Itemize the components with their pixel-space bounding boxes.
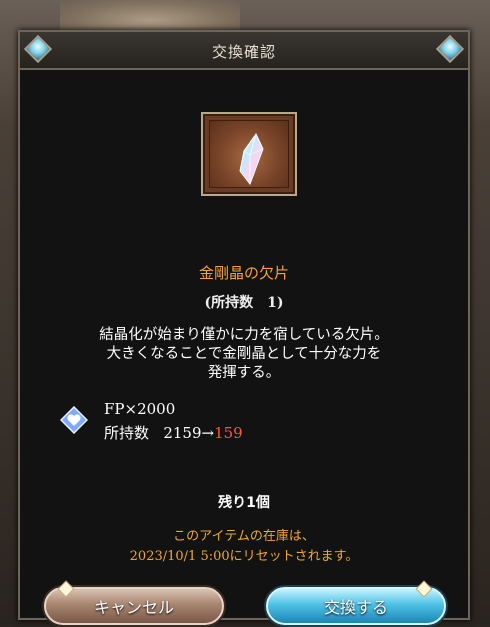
item-image (201, 112, 297, 196)
exchange-cost: FP×2000 所持数 2159→159 (60, 400, 440, 446)
description-line: 結晶化が始まり僅かに力を宿している欠片。 (99, 327, 389, 343)
item-description: 結晶化が始まり僅かに力を宿している欠片。 大きくなることで金剛晶として十分な力を… (56, 326, 432, 383)
fp-heart-icon (60, 406, 88, 434)
cost-owned-label: 所持数 (104, 424, 150, 442)
dialog-titlebar: 交換確認 (20, 32, 468, 70)
sparkle-icon (57, 580, 75, 598)
item-name: 金剛晶の欠片 (198, 264, 289, 282)
description-line: 大きくなることで金剛晶として十分な力を (106, 346, 382, 362)
cost-amount: FP×2000 (104, 400, 176, 418)
exchange-confirm-dialog: 交換確認 金剛晶の欠片 (所持数 1) 結晶化が始まり僅かに力を宿している欠片。… (18, 30, 470, 625)
stock-notice-line2: 2023/10/1 5:00にリセットされます。 (129, 549, 359, 564)
dialog-content: 金剛晶の欠片 (所持数 1) 結晶化が始まり僅かに力を宿している欠片。 大きくな… (20, 70, 468, 625)
description-line: 発揮する。 (207, 365, 281, 381)
exchange-button-label: 交換する (323, 598, 388, 617)
cost-owned-before: 2159→ (163, 424, 215, 442)
exchange-button[interactable]: 交換する (266, 580, 446, 625)
cost-owned: 所持数 2159→159 (104, 422, 243, 443)
stock-notice-line1: このアイテムの在庫は、 (173, 529, 315, 544)
cost-owned-after: 159 (214, 424, 243, 442)
crystal-shard-icon (239, 133, 264, 185)
cancel-button-label: キャンセル (93, 598, 174, 617)
cancel-button[interactable]: キャンセル (44, 580, 224, 625)
dialog-title: 交換確認 (211, 43, 276, 61)
sparkle-icon (415, 580, 433, 598)
item-owned-count: (所持数 1) (204, 295, 284, 311)
remaining-count: 残り1個 (218, 495, 270, 511)
